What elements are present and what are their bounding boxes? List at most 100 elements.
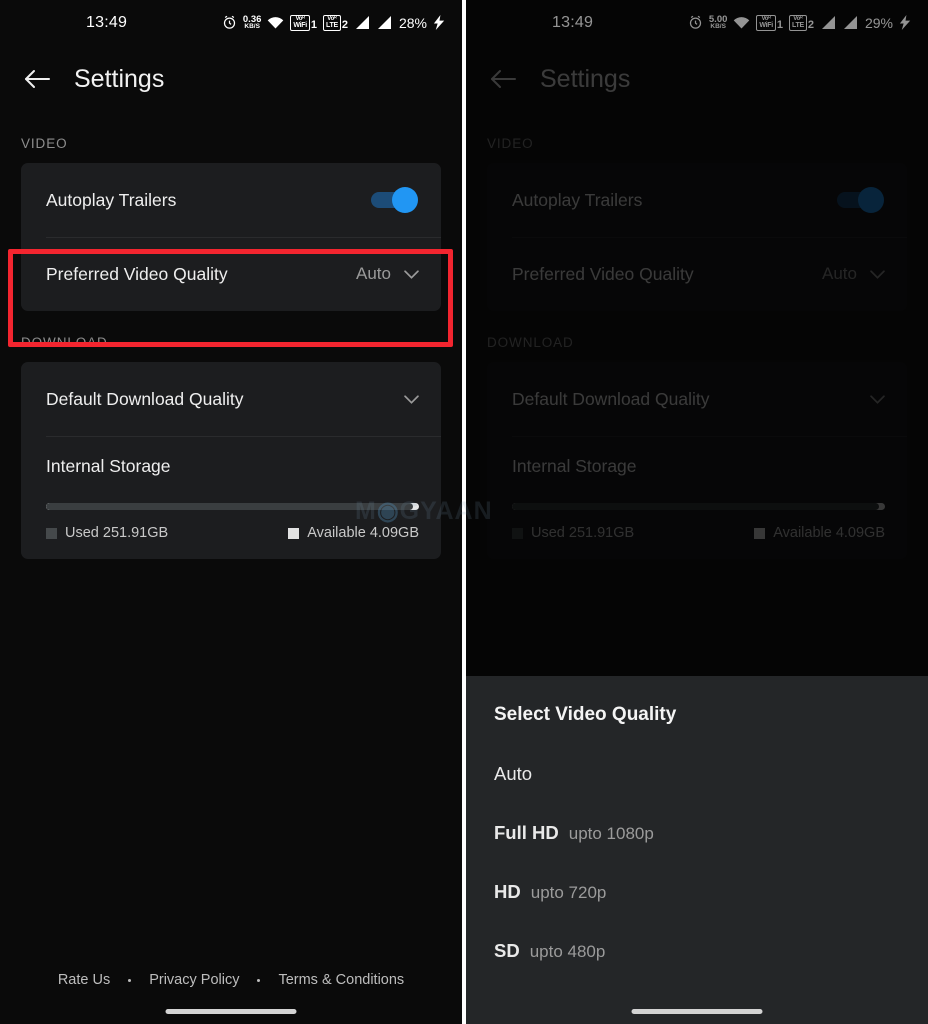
- volte-lte-indicator: Voᴿ LTE 2: [323, 14, 348, 32]
- quality-option-auto[interactable]: Auto: [494, 763, 900, 785]
- storage-available-text: Available 4.09GB: [773, 525, 885, 541]
- used-swatch-icon: [46, 527, 57, 539]
- charging-bolt-icon: [433, 15, 446, 31]
- chevron-down-icon: [869, 391, 885, 407]
- status-bar-clock: 13:49: [552, 14, 594, 31]
- preferred-video-quality-value: Auto: [822, 264, 857, 283]
- autoplay-trailers-toggle[interactable]: [837, 187, 885, 213]
- storage-available-legend: Available 4.09GB: [288, 525, 419, 541]
- autoplay-trailers-row[interactable]: Autoplay Trailers: [487, 163, 907, 237]
- storage-used-text: Used 251.91GB: [531, 525, 635, 541]
- autoplay-trailers-row[interactable]: Autoplay Trailers: [21, 163, 441, 237]
- storage-used-fill: [46, 503, 414, 510]
- quality-option-sd[interactable]: SD upto 480p: [494, 940, 900, 962]
- storage-used-legend: Used 251.91GB: [512, 525, 634, 541]
- home-indicator[interactable]: [165, 1009, 297, 1014]
- charging-bolt-icon: [899, 15, 912, 31]
- default-download-quality-label: Default Download Quality: [46, 388, 244, 409]
- app-bar-right: Settings: [466, 46, 928, 112]
- autoplay-trailers-toggle[interactable]: [371, 187, 419, 213]
- phone-screen-left: 13:49 0.36 KB/S Voᴿ WiFi 1 Voᴿ LTE 2 28%…: [0, 0, 462, 1024]
- battery-percentage: 28%: [398, 14, 427, 31]
- signal-bars-icon-sim2: [842, 15, 858, 30]
- privacy-policy-link[interactable]: Privacy Policy: [149, 972, 239, 988]
- internal-storage-row: Internal Storage Used 251.91GB Available…: [487, 436, 907, 559]
- video-settings-card: Autoplay Trailers Preferred Video Qualit…: [487, 163, 907, 311]
- preferred-video-quality-label: Preferred Video Quality: [46, 263, 228, 284]
- preferred-video-quality-row[interactable]: Preferred Video Quality Auto: [21, 237, 441, 311]
- preferred-video-quality-row[interactable]: Preferred Video Quality Auto: [487, 237, 907, 311]
- storage-legend: Used 251.91GB Available 4.09GB: [512, 525, 885, 541]
- available-swatch-icon: [754, 527, 766, 539]
- alarm-clock-icon: [222, 15, 237, 30]
- option-name: Auto: [494, 763, 533, 784]
- comparison-screenshot: 13:49 0.36 KB/S Voᴿ WiFi 1 Voᴿ LTE 2 28%…: [0, 0, 928, 1024]
- volte-lte-indicator: Voᴿ LTE 2: [789, 14, 814, 32]
- volte-wifi-indicator: Voᴿ WiFi 1: [756, 14, 783, 32]
- status-bar-icons: 5.00 KB/S Voᴿ WiFi 1 Voᴿ LTE 2 29%: [688, 13, 912, 32]
- option-subtitle: upto 720p: [530, 883, 607, 902]
- storage-usage-bar: [512, 503, 885, 510]
- storage-usage-bar: [46, 503, 419, 510]
- quality-option-hd[interactable]: HD upto 720p: [494, 881, 900, 903]
- download-settings-card: Default Download Quality Internal Storag…: [487, 362, 907, 559]
- chevron-down-icon: [403, 391, 419, 407]
- status-bar-right: 13:49 5.00 KB/S Voᴿ WiFi 1 Voᴿ LTE 2 29%: [466, 0, 928, 46]
- storage-available-legend: Available 4.09GB: [754, 525, 885, 541]
- storage-legend: Used 251.91GB Available 4.09GB: [46, 525, 419, 541]
- network-speed-indicator: 0.36 KB/S: [242, 13, 262, 31]
- section-label-video: VIDEO: [21, 136, 68, 151]
- download-settings-card: Default Download Quality Internal Storag…: [21, 362, 441, 559]
- video-settings-card: Autoplay Trailers Preferred Video Qualit…: [21, 163, 441, 311]
- battery-percentage: 29%: [864, 14, 893, 31]
- storage-used-legend: Used 251.91GB: [46, 525, 168, 541]
- volte-wifi-indicator: Voᴿ WiFi 1: [290, 14, 317, 32]
- available-swatch-icon: [288, 527, 300, 539]
- signal-bars-icon-sim1: [820, 15, 836, 30]
- used-swatch-icon: [512, 527, 523, 539]
- internal-storage-row: Internal Storage Used 251.91GB Available…: [21, 436, 441, 559]
- footer-links: Rate Us Privacy Policy Terms & Condition…: [0, 972, 462, 988]
- signal-bars-icon-sim1: [354, 15, 370, 30]
- sheet-title: Select Video Quality: [494, 704, 677, 725]
- option-name: HD: [494, 881, 521, 902]
- status-bar-clock: 13:49: [86, 14, 128, 31]
- storage-used-text: Used 251.91GB: [65, 525, 169, 541]
- rate-us-link[interactable]: Rate Us: [58, 972, 110, 988]
- default-download-quality-row[interactable]: Default Download Quality: [487, 362, 907, 436]
- option-subtitle: upto 1080p: [568, 824, 654, 843]
- dimmed-settings-content: Settings VIDEO Autoplay Trailers Preferr…: [466, 46, 928, 559]
- home-indicator[interactable]: [631, 1009, 763, 1014]
- autoplay-trailers-label: Autoplay Trailers: [46, 189, 177, 210]
- internal-storage-label: Internal Storage: [46, 456, 171, 476]
- default-download-quality-label: Default Download Quality: [512, 388, 710, 409]
- section-label-download: DOWNLOAD: [21, 335, 108, 350]
- preferred-video-quality-value: Auto: [356, 264, 391, 283]
- separator-dot-icon: [128, 978, 132, 982]
- option-name: SD: [494, 940, 520, 961]
- storage-used-fill: [512, 503, 880, 510]
- terms-conditions-link[interactable]: Terms & Conditions: [278, 972, 404, 988]
- wifi-icon: [733, 16, 750, 30]
- back-arrow-icon[interactable]: [20, 62, 54, 96]
- back-arrow-icon[interactable]: [486, 62, 520, 96]
- wifi-icon: [267, 16, 284, 30]
- network-speed-indicator: 5.00 KB/S: [708, 13, 728, 31]
- status-bar-left: 13:49 0.36 KB/S Voᴿ WiFi 1 Voᴿ LTE 2 28%: [0, 0, 462, 46]
- chevron-down-icon: [403, 266, 419, 282]
- option-subtitle: upto 480p: [529, 942, 606, 961]
- select-video-quality-sheet: Select Video Quality Auto Full HD upto 1…: [466, 676, 928, 1024]
- quality-option-full-hd[interactable]: Full HD upto 1080p: [494, 822, 900, 844]
- page-title: Settings: [540, 64, 631, 93]
- default-download-quality-row[interactable]: Default Download Quality: [21, 362, 441, 436]
- app-bar-left: Settings: [0, 46, 462, 112]
- option-name: Full HD: [494, 822, 559, 843]
- signal-bars-icon-sim2: [376, 15, 392, 30]
- chevron-down-icon: [869, 266, 885, 282]
- preferred-video-quality-label: Preferred Video Quality: [512, 263, 694, 284]
- section-label-video: VIDEO: [487, 136, 534, 151]
- status-bar-icons: 0.36 KB/S Voᴿ WiFi 1 Voᴿ LTE 2 28%: [222, 13, 446, 32]
- internal-storage-label: Internal Storage: [512, 456, 637, 476]
- separator-dot-icon: [257, 978, 261, 982]
- section-label-download: DOWNLOAD: [487, 335, 574, 350]
